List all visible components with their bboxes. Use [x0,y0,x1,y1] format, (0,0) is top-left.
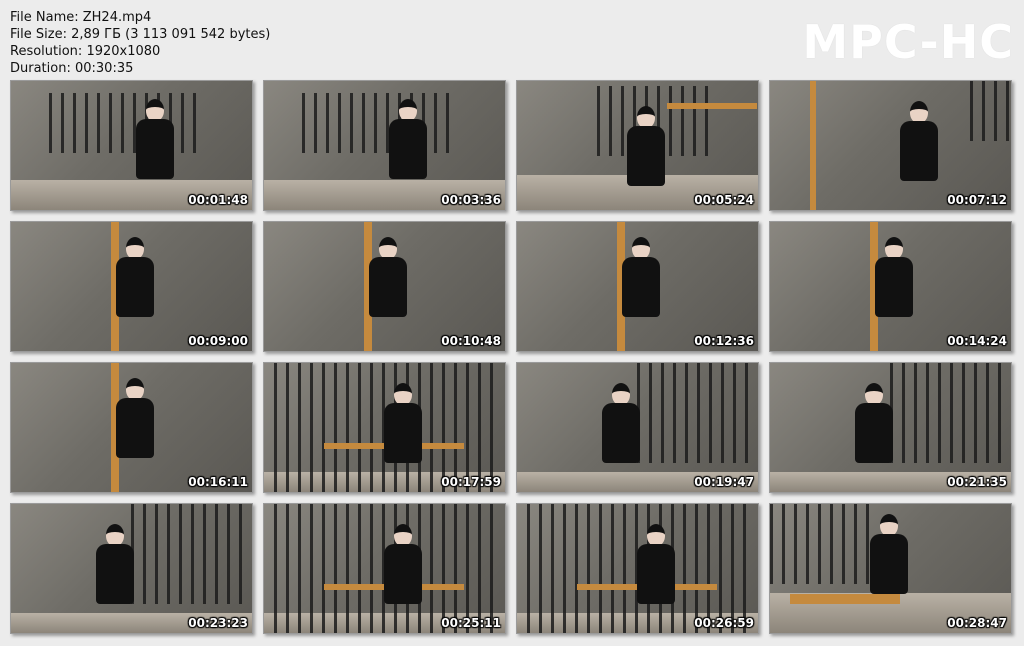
thumbnail[interactable]: 00:03:36 [263,80,506,211]
person-figure [136,99,174,179]
timestamp: 00:07:12 [947,193,1007,207]
thumbnail[interactable]: 00:17:59 [263,362,506,493]
thumbnail[interactable]: 00:19:47 [516,362,759,493]
mpc-hc-logo: MPC-HC [802,15,1014,69]
file-name: File Name: ZH24.mp4 [10,10,152,25]
person-figure [384,383,422,463]
timestamp: 00:05:24 [694,193,754,207]
person-figure [116,378,154,458]
person-figure [389,99,427,179]
thumbnail[interactable]: 00:12:36 [516,221,759,352]
person-figure [637,524,675,604]
scene-bars [49,93,199,153]
person-figure [116,237,154,317]
scene-beam [667,103,757,109]
timestamp: 00:01:48 [188,193,248,207]
timestamp: 00:25:11 [441,616,501,630]
scene-bars [637,363,757,463]
thumbnail[interactable]: 00:05:24 [516,80,759,211]
timestamp: 00:28:47 [947,616,1007,630]
timestamp: 00:10:48 [441,334,501,348]
person-figure [870,514,908,594]
timestamp: 00:09:00 [188,334,248,348]
scene-beam [810,81,816,210]
thumbnail[interactable]: 00:26:59 [516,503,759,634]
resolution: Resolution: 1920x1080 [10,44,161,59]
timestamp: 00:21:35 [947,475,1007,489]
timestamp: 00:19:47 [694,475,754,489]
thumbnail[interactable]: 00:09:00 [10,221,253,352]
file-size: File Size: 2,89 ГБ (3 113 091 542 bytes) [10,27,271,42]
thumbnail[interactable]: 00:23:23 [10,503,253,634]
thumbnail[interactable]: 00:01:48 [10,80,253,211]
timestamp: 00:17:59 [441,475,501,489]
person-figure [602,383,640,463]
scene-beam [790,594,900,604]
person-figure [875,237,913,317]
thumbnail[interactable]: 00:10:48 [263,221,506,352]
thumbnail[interactable]: 00:21:35 [769,362,1012,493]
timestamp: 00:03:36 [441,193,501,207]
scene-bars [890,363,1010,463]
duration: Duration: 00:30:35 [10,61,134,76]
person-figure [384,524,422,604]
thumbnail[interactable]: 00:28:47 [769,503,1012,634]
thumbnail-sheet: File Name: ZH24.mp4 File Size: 2,89 ГБ (… [0,0,1024,646]
scene-bars [131,504,251,604]
timestamp: 00:23:23 [188,616,248,630]
file-info: File Name: ZH24.mp4 File Size: 2,89 ГБ (… [10,9,270,77]
person-figure [96,524,134,604]
scene-bars [970,81,1010,141]
person-figure [900,101,938,181]
person-figure [627,106,665,186]
scene-bars [770,504,870,584]
thumbnail[interactable]: 00:14:24 [769,221,1012,352]
thumbnail[interactable]: 00:07:12 [769,80,1012,211]
person-figure [622,237,660,317]
scene-bars [302,93,452,153]
thumbnail[interactable]: 00:16:11 [10,362,253,493]
timestamp: 00:16:11 [188,475,248,489]
timestamp: 00:26:59 [694,616,754,630]
thumbnail[interactable]: 00:25:11 [263,503,506,634]
person-figure [369,237,407,317]
timestamp: 00:12:36 [694,334,754,348]
timestamp: 00:14:24 [947,334,1007,348]
person-figure [855,383,893,463]
thumbnail-grid: 00:01:48 00:03:36 00:05:24 00:07:12 00:0… [10,80,1014,636]
